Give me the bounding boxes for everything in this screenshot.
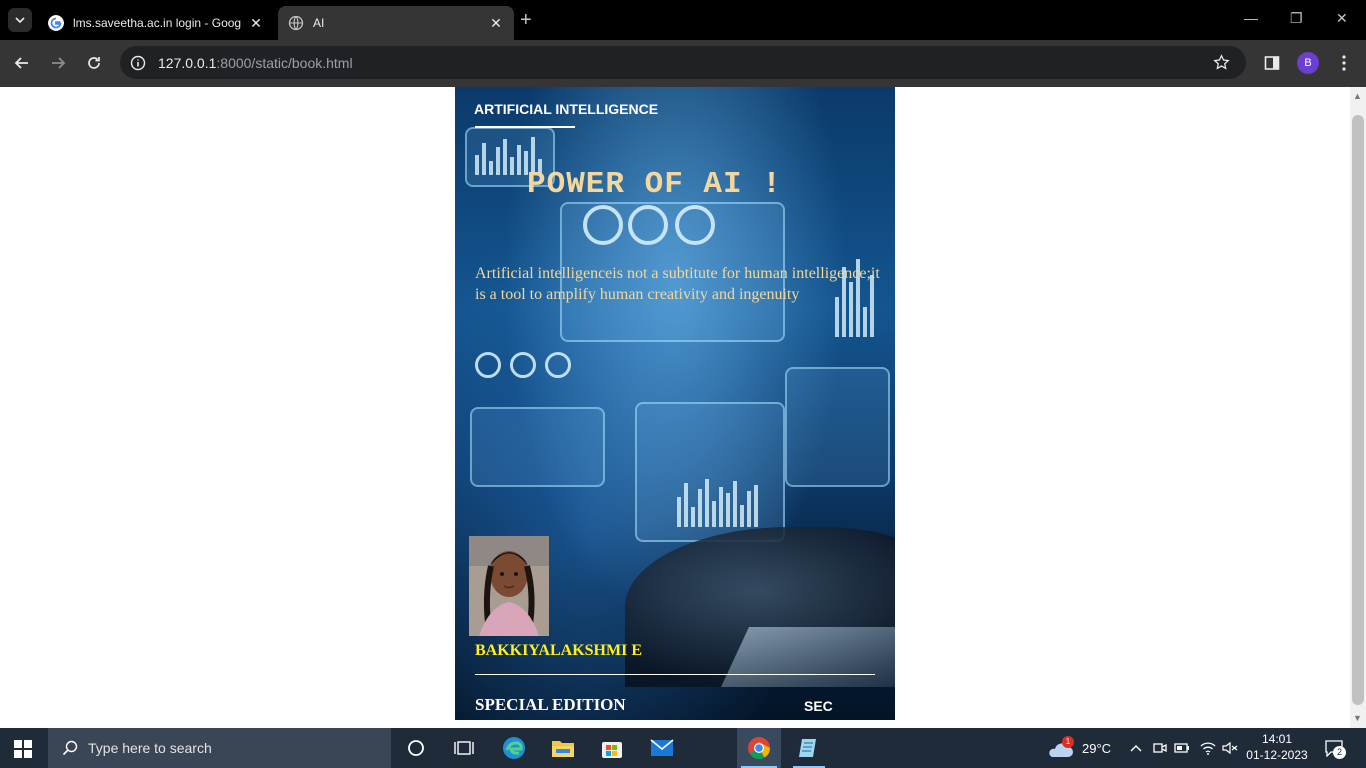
ring-graphic [675, 205, 715, 245]
page-viewport: ARTIFICIAL INTELLIGENCE POWER OF AI ! Ar… [0, 87, 1366, 728]
tab-title: lms.saveetha.ac.in login - Goog [73, 16, 242, 30]
scroll-up-icon[interactable]: ▲ [1353, 91, 1362, 101]
ring-graphic [510, 352, 536, 378]
ring-graphic [545, 352, 571, 378]
clock[interactable]: 14:01 01-12-2023 [1246, 731, 1308, 765]
edition-label: SPECIAL EDITION [475, 695, 626, 714]
task-view-icon[interactable] [452, 736, 476, 760]
notification-center-icon[interactable]: 2 [1322, 736, 1346, 760]
address-bar[interactable]: 127.0.0.1:8000/static/book.html [120, 46, 1246, 79]
battery-icon[interactable] [1170, 736, 1194, 760]
ring-graphic [583, 205, 623, 245]
chrome-taskbar-item[interactable] [737, 728, 781, 768]
notepad-taskbar-item[interactable] [787, 728, 831, 768]
close-tab-icon[interactable]: ✕ [248, 15, 264, 32]
wifi-icon[interactable] [1196, 736, 1220, 760]
series-label: ARTIFICIAL INTELLIGENCE [474, 101, 659, 117]
browser-toolbar: 127.0.0.1:8000/static/book.html B [0, 40, 1366, 87]
tab-ai[interactable]: AI ✕ [278, 6, 514, 40]
mail-icon[interactable] [650, 736, 674, 760]
keyboard-graphic [721, 627, 895, 687]
menu-icon[interactable] [1333, 52, 1355, 74]
globe-icon [288, 15, 304, 31]
weather-badge: 1 [1062, 736, 1074, 748]
minimize-icon[interactable]: — [1244, 10, 1258, 26]
taskbar-search-box[interactable]: Type here to search [48, 728, 391, 768]
scroll-down-icon[interactable]: ▼ [1353, 713, 1362, 723]
weather-widget[interactable]: 1 [1046, 736, 1076, 760]
url-path: :8000/static/book.html [216, 55, 353, 71]
store-icon[interactable] [600, 736, 624, 760]
profile-avatar[interactable]: B [1297, 52, 1319, 74]
cover-quote: Artificial intelligenceis not a subtitut… [475, 265, 880, 303]
publisher-label: SEC [804, 698, 833, 714]
tab-lms-login[interactable]: lms.saveetha.ac.in login - Goog ✕ [38, 6, 274, 40]
notepad-icon [799, 739, 816, 757]
meet-now-icon[interactable] [1148, 736, 1172, 760]
back-icon[interactable] [11, 52, 33, 74]
author-photo [469, 536, 549, 636]
weather-temperature[interactable]: 29°C [1082, 741, 1111, 756]
cortana-icon[interactable] [404, 736, 428, 760]
notification-count: 2 [1333, 746, 1346, 759]
url-text: 127.0.0.1:8000/static/book.html [158, 55, 353, 71]
clock-date: 01-12-2023 [1246, 748, 1308, 762]
book-cover: ARTIFICIAL INTELLIGENCE POWER OF AI ! Ar… [455, 87, 895, 720]
close-tab-icon[interactable]: ✕ [488, 15, 504, 32]
site-info-icon[interactable] [130, 55, 146, 71]
reload-icon[interactable] [83, 52, 105, 74]
tab-title: AI [313, 16, 325, 30]
edge-icon[interactable] [502, 736, 526, 760]
windows-start-icon[interactable] [14, 740, 32, 758]
search-placeholder: Type here to search [88, 740, 212, 756]
volume-muted-icon[interactable] [1218, 736, 1242, 760]
url-host: 127.0.0.1 [158, 55, 217, 71]
side-panel-icon[interactable] [1261, 52, 1283, 74]
forward-icon[interactable] [47, 52, 69, 74]
chevron-up-icon[interactable] [1124, 736, 1148, 760]
new-tab-icon[interactable]: + [520, 9, 532, 32]
search-icon [62, 740, 78, 756]
cover-divider [475, 674, 875, 675]
bar-graphic [677, 477, 758, 527]
restore-icon[interactable]: ❐ [1290, 10, 1303, 27]
clock-time: 14:01 [1261, 732, 1293, 746]
file-explorer-icon[interactable] [551, 736, 575, 760]
chevron-down-icon [15, 17, 25, 23]
tab-strip: lms.saveetha.ac.in login - Goog ✕ AI ✕ +… [0, 0, 1366, 40]
hologram-panel [470, 407, 605, 487]
ring-graphic [628, 205, 668, 245]
google-icon [48, 15, 64, 31]
chrome-icon [748, 737, 770, 759]
tab-search-button[interactable] [8, 8, 32, 32]
series-underline [475, 126, 575, 128]
cover-title: POWER OF AI ! [527, 167, 782, 202]
close-window-icon[interactable]: ✕ [1336, 10, 1348, 27]
author-name: BAKKIYALAKSHMI E [475, 642, 642, 659]
ring-graphic [475, 352, 501, 378]
hologram-panel [785, 367, 890, 487]
bookmark-star-icon[interactable] [1213, 54, 1230, 71]
windows-taskbar: Type here to search 1 29°C 14:01 01-12-2… [0, 728, 1366, 768]
scrollbar-thumb[interactable] [1352, 115, 1364, 705]
page-scrollbar[interactable]: ▲ ▼ [1350, 87, 1366, 728]
